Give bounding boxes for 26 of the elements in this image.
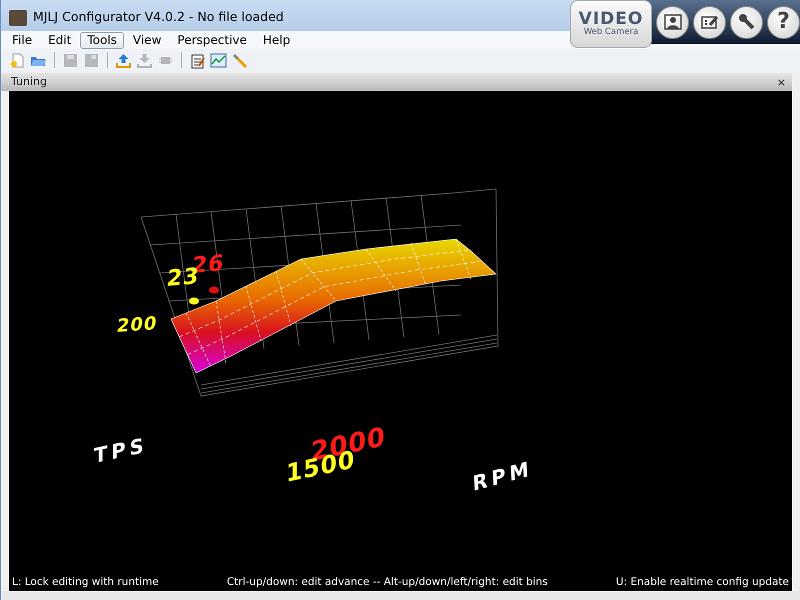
app-logo-icon: [9, 10, 27, 26]
axis-title: TPS: [94, 432, 148, 468]
wrench-icon[interactable]: [736, 12, 756, 32]
menu-item[interactable]: File: [5, 32, 40, 48]
window-title: MJLJ Configurator V4.0.2 - No file loaded: [33, 8, 284, 26]
menu-item[interactable]: Help: [256, 32, 298, 48]
axis-title: RPM: [472, 456, 534, 496]
video-title: VIDEO: [578, 10, 644, 28]
new-file-icon[interactable]: [9, 52, 26, 68]
upload-icon[interactable]: [115, 52, 132, 68]
panel-title: Tuning: [11, 74, 48, 90]
close-icon[interactable]: ×: [776, 76, 786, 88]
video-panel[interactable]: VIDEO Web Camera: [570, 0, 652, 48]
status-hint: Ctrl-up/down: edit advance -- Alt-up/down/left/right: edit bins: [226, 575, 548, 590]
chart-icon[interactable]: [210, 52, 227, 68]
status-hint: U: Enable realtime config update: [616, 575, 789, 590]
clipboard-icon[interactable]: [189, 52, 206, 68]
video-subtitle: Web Camera: [584, 28, 638, 38]
person-icon[interactable]: [662, 12, 682, 32]
value-label: 200: [115, 313, 159, 337]
menu-item[interactable]: Perspective: [170, 32, 254, 48]
help-button[interactable]: ?: [767, 6, 800, 38]
menu-item[interactable]: View: [126, 32, 168, 48]
menu-item[interactable]: Tools: [80, 32, 124, 48]
menu-item[interactable]: Edit: [41, 32, 78, 48]
status-hint: L: Lock editing with runtime: [12, 575, 159, 590]
